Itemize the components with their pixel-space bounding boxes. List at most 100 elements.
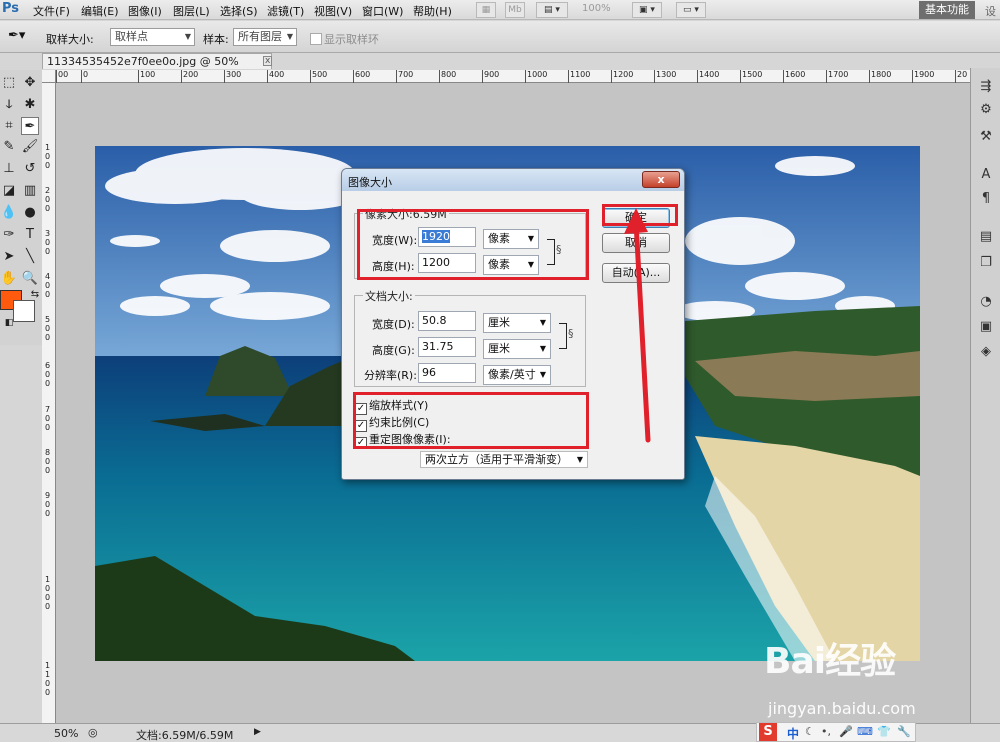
baidu-watermark: Bai经验 bbox=[764, 630, 954, 690]
highlight-pixel-dimensions bbox=[357, 209, 589, 280]
menu-file[interactable]: 文件(F) bbox=[33, 3, 70, 19]
ruler-label: 0 bbox=[45, 414, 51, 423]
arrow-head bbox=[624, 208, 648, 234]
move-tool-icon[interactable]: ✥ bbox=[21, 74, 39, 92]
gradient-tool-icon[interactable]: ▥ bbox=[21, 182, 39, 200]
layers-panel-icon[interactable]: ▤ bbox=[977, 228, 995, 246]
close-icon[interactable]: x bbox=[642, 171, 680, 188]
ruler-label: 8 bbox=[45, 448, 51, 457]
menu-help[interactable]: 帮助(H) bbox=[413, 3, 452, 19]
history-brush-icon[interactable]: ↺ bbox=[21, 160, 39, 178]
sogou-logo-icon[interactable]: S bbox=[759, 723, 777, 741]
ruler-label: 1300 bbox=[654, 70, 676, 83]
line-tool-icon[interactable]: ╲ bbox=[21, 248, 39, 266]
chevron-down-icon: ▼ bbox=[286, 32, 293, 41]
punctuation-icon[interactable]: •, bbox=[821, 725, 831, 738]
ruler-label: 0 bbox=[81, 70, 88, 83]
keyboard-icon[interactable]: ⌨ bbox=[857, 725, 873, 738]
extras-menu-icon[interactable]: ▤ ▾ bbox=[536, 2, 568, 18]
menu-layer[interactable]: 图层(L) bbox=[173, 3, 210, 19]
tools-icon[interactable]: 🔧 bbox=[897, 725, 911, 738]
menu-select[interactable]: 选择(S) bbox=[220, 3, 258, 19]
eyedropper-tool-icon[interactable]: ✒▾ bbox=[8, 28, 25, 43]
dialog-titlebar[interactable]: 图像大小 x bbox=[342, 169, 684, 191]
workspace-more[interactable]: 设 bbox=[985, 3, 996, 19]
dialog-title: 图像大小 bbox=[348, 176, 392, 189]
ruler-label: 4 bbox=[45, 272, 51, 281]
path-select-tool-icon[interactable]: ➤ bbox=[0, 248, 18, 266]
lasso-tool-icon[interactable]: ↆ bbox=[0, 96, 18, 114]
mini-bridge-button[interactable]: Mb bbox=[505, 2, 525, 18]
ruler-label: 1400 bbox=[697, 70, 719, 83]
paragraph-panel-icon[interactable]: ¶ bbox=[977, 190, 995, 208]
resample-method-select[interactable]: 两次立方（适用于平滑渐变） ▼ bbox=[420, 451, 588, 468]
healing-brush-icon[interactable]: ✎ bbox=[0, 138, 18, 156]
document-size-readout[interactable]: 文档:6.59M/6.59M bbox=[136, 727, 233, 742]
hand-tool-icon[interactable]: ✋ bbox=[0, 270, 18, 288]
eraser-tool-icon[interactable]: ◪ bbox=[0, 182, 18, 200]
moon-icon[interactable]: ☾ bbox=[805, 725, 815, 738]
resolution-label: 分辨率(R): bbox=[364, 369, 417, 382]
arrange-documents-icon[interactable]: ▣ ▾ bbox=[632, 2, 662, 18]
show-sampling-ring-checkbox[interactable]: 显示取样环 bbox=[310, 31, 379, 47]
eyedropper-tool-icon[interactable]: ✒ bbox=[21, 117, 39, 135]
stamp-tool-icon[interactable]: ⊥ bbox=[0, 160, 18, 178]
workspace-switcher[interactable]: 基本功能 bbox=[919, 1, 975, 19]
3d-panel-icon[interactable]: ◈ bbox=[977, 343, 995, 361]
photoshop-logo: Ps bbox=[2, 1, 20, 16]
brush-tool-icon[interactable]: 🖌 bbox=[21, 138, 39, 156]
actions-panel-icon[interactable]: ⚙ bbox=[977, 101, 995, 119]
ruler-label: 0 bbox=[45, 238, 51, 247]
doc-height-input[interactable]: 31.75 bbox=[418, 337, 476, 357]
zoom-level[interactable]: 100% bbox=[582, 3, 611, 14]
tool-presets-panel-icon[interactable]: ⚒ bbox=[977, 128, 995, 146]
dodge-tool-icon[interactable]: ● bbox=[21, 204, 39, 222]
default-colors-icon[interactable]: ◧ bbox=[0, 314, 18, 332]
history-panel-icon[interactable]: ⇶ bbox=[977, 78, 995, 96]
ruler-label: 1200 bbox=[611, 70, 633, 83]
menu-image[interactable]: 图像(I) bbox=[128, 3, 162, 19]
quick-select-tool-icon[interactable]: ✱ bbox=[21, 96, 39, 114]
pen-tool-icon[interactable]: ✑ bbox=[0, 226, 18, 244]
ruler-label: 0 bbox=[45, 379, 51, 388]
adjustments-panel-icon[interactable]: ◔ bbox=[977, 293, 995, 311]
doc-height-unit-select[interactable]: 厘米 ▼ bbox=[483, 339, 551, 359]
status-settings-icon[interactable]: ◎ bbox=[88, 726, 98, 739]
channels-panel-icon[interactable]: ❐ bbox=[977, 254, 995, 272]
marquee-tool-icon[interactable]: ⬚ bbox=[0, 74, 18, 92]
close-icon[interactable]: x bbox=[263, 56, 273, 66]
ruler-label: 0 bbox=[45, 466, 51, 475]
ruler-label: 600 bbox=[353, 70, 370, 83]
ruler-label: 0 bbox=[45, 584, 51, 593]
ruler-label: 0 bbox=[45, 679, 51, 688]
crop-tool-icon[interactable]: ⌗ bbox=[0, 117, 18, 135]
character-panel-icon[interactable]: A bbox=[977, 166, 995, 184]
skin-icon[interactable]: 👕 bbox=[877, 725, 891, 738]
sample-size-select[interactable]: 取样点 ▼ bbox=[110, 28, 195, 46]
menu-edit[interactable]: 编辑(E) bbox=[81, 3, 119, 19]
sample-select[interactable]: 所有图层 ▼ bbox=[233, 28, 297, 46]
ruler-label: 0 bbox=[45, 290, 51, 299]
doc-width-input[interactable]: 50.8 bbox=[418, 311, 476, 331]
ruler-label: 200 bbox=[181, 70, 198, 83]
menu-window[interactable]: 窗口(W) bbox=[362, 3, 403, 19]
status-menu-arrow-icon[interactable]: ▶ bbox=[254, 727, 261, 737]
masks-panel-icon[interactable]: ▣ bbox=[977, 318, 995, 336]
blur-tool-icon[interactable]: 💧 bbox=[0, 204, 18, 222]
resolution-unit-select[interactable]: 像素/英寸 ▼ bbox=[483, 365, 551, 385]
ruler-corner bbox=[42, 70, 56, 83]
document-tab[interactable]: 11334535452e7f0ee0o.jpg @ 50%(RGB/8#) bbox=[42, 53, 272, 83]
type-tool-icon[interactable]: T bbox=[21, 226, 39, 244]
voice-icon[interactable]: 🎤 bbox=[839, 725, 853, 738]
annotation-arrow bbox=[624, 208, 651, 443]
screen-mode-icon[interactable]: ▭ ▾ bbox=[676, 2, 706, 18]
bridge-icon[interactable]: ▦ bbox=[476, 2, 496, 18]
menu-view[interactable]: 视图(V) bbox=[314, 3, 352, 19]
link-icon: § bbox=[568, 327, 574, 340]
menu-filter[interactable]: 滤镜(T) bbox=[267, 3, 304, 19]
ruler-label: 0 bbox=[45, 688, 51, 697]
zoom-readout[interactable]: 50% bbox=[54, 727, 78, 740]
ime-mode-label[interactable]: 中 bbox=[787, 725, 799, 742]
doc-width-unit-select[interactable]: 厘米 ▼ bbox=[483, 313, 551, 333]
resolution-input[interactable]: 96 bbox=[418, 363, 476, 383]
